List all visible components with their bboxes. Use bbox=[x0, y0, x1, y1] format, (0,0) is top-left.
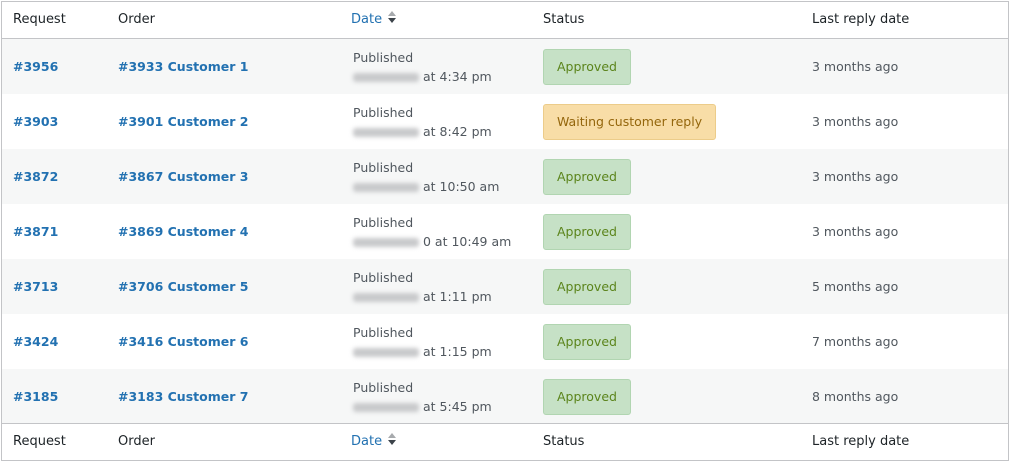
status-badge: Approved bbox=[543, 159, 631, 195]
date-status-label: Published bbox=[353, 160, 414, 175]
sort-arrows-icon[interactable] bbox=[387, 11, 397, 25]
sort-arrows-icon[interactable] bbox=[387, 433, 397, 447]
requests-table: Request Order Date Status Last reply dat… bbox=[1, 1, 1009, 461]
last-reply-date: 3 months ago bbox=[812, 114, 899, 129]
date-status-label: Published bbox=[353, 105, 414, 120]
redacted-date bbox=[353, 128, 419, 137]
last-reply-date: 3 months ago bbox=[812, 169, 899, 184]
order-link[interactable]: #3869 Customer 4 bbox=[118, 204, 248, 259]
date-time-text: at 10:50 am bbox=[423, 179, 500, 194]
redacted-date bbox=[353, 293, 419, 302]
order-link[interactable]: #3867 Customer 3 bbox=[118, 149, 248, 204]
date-cell: Published at 4:34 pm bbox=[353, 48, 492, 86]
status-badge: Waiting customer reply bbox=[543, 104, 717, 140]
date-cell: Published at 10:50 am bbox=[353, 158, 499, 196]
table-header: Request Order Date Status Last reply dat… bbox=[2, 2, 1008, 39]
date-time-text: at 1:15 pm bbox=[423, 344, 492, 359]
column-header-date-sort[interactable]: Date bbox=[351, 2, 397, 38]
request-link[interactable]: #3185 bbox=[13, 369, 58, 424]
date-time: at 1:15 pm bbox=[353, 342, 492, 361]
date-time: at 8:42 pm bbox=[353, 122, 492, 141]
status-badge: Approved bbox=[543, 269, 631, 305]
date-status-label: Published bbox=[353, 270, 414, 285]
column-footer-status: Status bbox=[543, 434, 585, 449]
redacted-date bbox=[353, 403, 419, 412]
date-status-label: Published bbox=[353, 50, 414, 65]
date-time-text: 0 at 10:49 am bbox=[423, 234, 512, 249]
table-row: #3871 #3869 Customer 4 Published 0 at 10:49… bbox=[2, 204, 1008, 259]
order-link[interactable]: #3901 Customer 2 bbox=[118, 94, 248, 149]
table-row: #3903 #3901 Customer 2 Published at 8:42 pm… bbox=[2, 94, 1008, 149]
redacted-date bbox=[353, 348, 419, 357]
column-footer-date-label[interactable]: Date bbox=[351, 434, 382, 449]
status-badge: Approved bbox=[543, 379, 631, 415]
date-time: at 5:45 pm bbox=[353, 397, 492, 416]
date-time-text: at 4:34 pm bbox=[423, 69, 492, 84]
column-header-request: Request bbox=[13, 12, 66, 27]
request-link[interactable]: #3424 bbox=[13, 314, 58, 369]
order-link[interactable]: #3416 Customer 6 bbox=[118, 314, 248, 369]
date-cell: Published at 5:45 pm bbox=[353, 378, 492, 416]
date-time: at 1:11 pm bbox=[353, 287, 492, 306]
date-time: at 4:34 pm bbox=[353, 67, 492, 86]
request-link[interactable]: #3956 bbox=[13, 39, 58, 94]
redacted-date bbox=[353, 73, 419, 82]
column-footer-last-reply: Last reply date bbox=[812, 434, 910, 449]
date-time-text: at 8:42 pm bbox=[423, 124, 492, 139]
date-cell: Published at 1:15 pm bbox=[353, 323, 492, 361]
request-link[interactable]: #3903 bbox=[13, 94, 58, 149]
request-link[interactable]: #3872 bbox=[13, 149, 58, 204]
order-link[interactable]: #3706 Customer 5 bbox=[118, 259, 248, 314]
last-reply-date: 5 months ago bbox=[812, 279, 899, 294]
last-reply-date: 7 months ago bbox=[812, 334, 899, 349]
column-footer-request: Request bbox=[13, 434, 66, 449]
date-time-text: at 1:11 pm bbox=[423, 289, 492, 304]
redacted-date bbox=[353, 183, 419, 192]
table-row: #3424 #3416 Customer 6 Published at 1:15 pm… bbox=[2, 314, 1008, 369]
order-link[interactable]: #3933 Customer 1 bbox=[118, 39, 248, 94]
last-reply-date: 3 months ago bbox=[812, 59, 899, 74]
date-status-label: Published bbox=[353, 325, 414, 340]
date-cell: Published at 8:42 pm bbox=[353, 103, 492, 141]
status-badge: Approved bbox=[543, 324, 631, 360]
date-time: 0 at 10:49 am bbox=[353, 232, 511, 251]
redacted-date bbox=[353, 238, 419, 247]
date-cell: Published at 1:11 pm bbox=[353, 268, 492, 306]
request-link[interactable]: #3713 bbox=[13, 259, 58, 314]
date-status-label: Published bbox=[353, 215, 414, 230]
status-badge: Approved bbox=[543, 214, 631, 250]
table-row: #3713 #3706 Customer 5 Published at 1:11 pm… bbox=[2, 259, 1008, 314]
date-status-label: Published bbox=[353, 380, 414, 395]
table-footer: Request Order Date Status Last reply dat… bbox=[2, 423, 1008, 460]
table-row: #3185 #3183 Customer 7 Published at 5:45 pm… bbox=[2, 369, 1008, 424]
last-reply-date: 3 months ago bbox=[812, 224, 899, 239]
status-badge: Approved bbox=[543, 49, 631, 85]
column-header-status: Status bbox=[543, 12, 585, 27]
column-header-order: Order bbox=[118, 12, 155, 27]
column-footer-order: Order bbox=[118, 434, 155, 449]
column-footer-date-sort[interactable]: Date bbox=[351, 424, 397, 460]
date-time-text: at 5:45 pm bbox=[423, 399, 492, 414]
order-link[interactable]: #3183 Customer 7 bbox=[118, 369, 248, 424]
column-header-date-label[interactable]: Date bbox=[351, 12, 382, 27]
table-row: #3872 #3867 Customer 3 Published at 10:50 a… bbox=[2, 149, 1008, 204]
request-link[interactable]: #3871 bbox=[13, 204, 58, 259]
table-row: #3956 #3933 Customer 1 Published at 4:34 pm… bbox=[2, 39, 1008, 94]
column-header-last-reply: Last reply date bbox=[812, 12, 910, 27]
date-time: at 10:50 am bbox=[353, 177, 499, 196]
last-reply-date: 8 months ago bbox=[812, 389, 899, 404]
date-cell: Published 0 at 10:49 am bbox=[353, 213, 511, 251]
